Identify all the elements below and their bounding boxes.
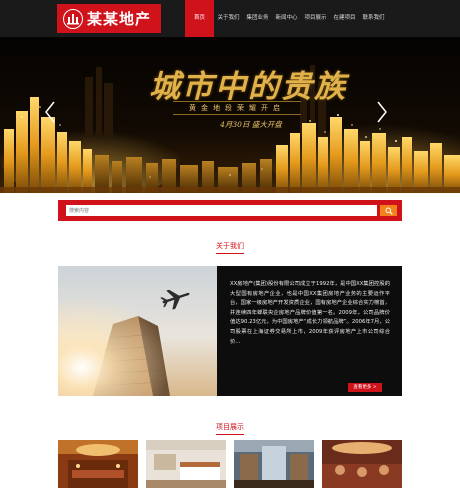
about-heading-divider: [216, 253, 244, 254]
site-header: 某某地产 首页 关于我们 集团业务 新闻中心 项目展示 在建项目 联系我们: [0, 0, 460, 37]
projects-heading: 项目展示: [216, 423, 244, 431]
projects-grid: [58, 440, 402, 488]
about-text: XX房地产(集团)股份有限公司成立于1992年，是中国XX集团控股的大型国有房地…: [230, 281, 390, 345]
about-image: [58, 266, 217, 396]
next-slide-arrow-icon[interactable]: [376, 100, 388, 124]
search-icon: [385, 207, 393, 215]
banner-subtitle: 黄金地段荣耀开启: [173, 101, 301, 115]
nav-item-business[interactable]: 集团业务: [243, 0, 272, 37]
banner-date: 4月30日 盛大开盘: [220, 120, 282, 129]
project-card-1[interactable]: [58, 440, 138, 488]
search-button[interactable]: [380, 205, 397, 216]
project-image: [234, 440, 314, 488]
logo-text: 某某地产: [87, 10, 152, 28]
project-card-3[interactable]: [234, 440, 314, 488]
projects-heading-divider: [216, 434, 244, 435]
project-image: [146, 440, 226, 488]
about-heading: 关于我们: [216, 242, 244, 250]
about-section: XX房地产(集团)股份有限公司成立于1992年，是中国XX集团控股的大型国有房地…: [58, 266, 402, 396]
nav-item-home[interactable]: 首页: [185, 0, 214, 37]
project-image: [58, 440, 138, 488]
main-nav: 首页 关于我们 集团业务 新闻中心 项目展示 在建项目 联系我们: [185, 0, 388, 37]
search-bar: [58, 200, 402, 221]
nav-item-about[interactable]: 关于我们: [214, 0, 243, 37]
nav-item-projects[interactable]: 项目展示: [301, 0, 330, 37]
hero-banner[interactable]: 城市中的贵族 黄金地段荣耀开启 4月30日 盛大开盘: [0, 37, 460, 193]
banner-title: 城市中的贵族: [149, 69, 347, 105]
prev-slide-arrow-icon[interactable]: [44, 100, 56, 124]
about-text-panel: XX房地产(集团)股份有限公司成立于1992年，是中国XX集团控股的大型国有房地…: [217, 266, 402, 396]
nav-item-news[interactable]: 新闻中心: [272, 0, 301, 37]
project-card-4[interactable]: [322, 440, 402, 488]
logo-icon: [63, 8, 83, 29]
more-button[interactable]: 查看更多 >: [348, 383, 382, 392]
search-input[interactable]: [66, 205, 377, 216]
project-card-2[interactable]: [146, 440, 226, 488]
nav-item-construction[interactable]: 在建项目: [330, 0, 359, 37]
logo[interactable]: 某某地产: [57, 4, 161, 33]
project-image: [322, 440, 402, 488]
nav-item-contact[interactable]: 联系我们: [359, 0, 388, 37]
